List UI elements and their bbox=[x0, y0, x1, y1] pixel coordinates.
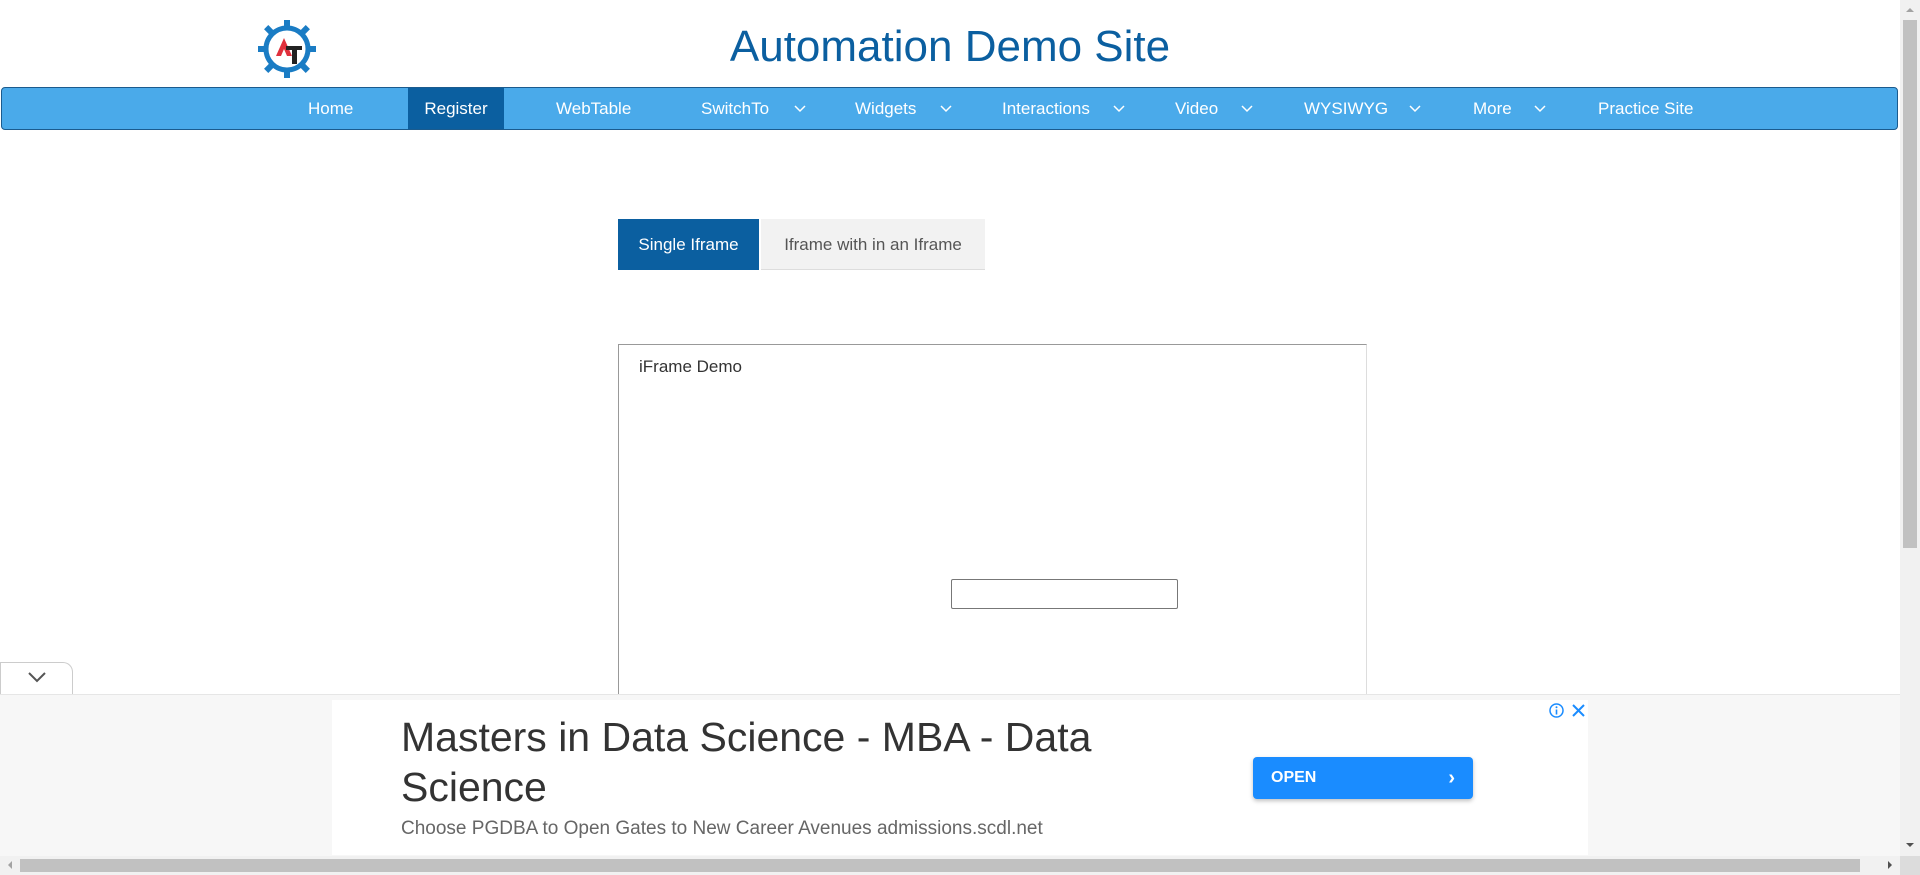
nav-item-video[interactable]: Video bbox=[1175, 88, 1253, 129]
nav-item-more[interactable]: More bbox=[1473, 88, 1546, 129]
ad-open-label: OPEN bbox=[1271, 769, 1317, 786]
nav-item-practice-site[interactable]: Practice Site bbox=[1598, 88, 1693, 129]
vertical-scrollbar[interactable] bbox=[1900, 0, 1920, 856]
iframe-text-input[interactable] bbox=[951, 579, 1178, 609]
chevron-down-icon bbox=[1241, 88, 1253, 129]
scroll-up-arrow-icon[interactable] bbox=[1905, 5, 1915, 15]
nav-item-label: Video bbox=[1175, 99, 1219, 118]
nav-item-webtable[interactable]: WebTable bbox=[556, 88, 631, 129]
chevron-down-icon bbox=[1409, 88, 1421, 129]
nav-item-home[interactable]: Home bbox=[308, 88, 353, 129]
nav-item-interactions[interactable]: Interactions bbox=[1002, 88, 1125, 129]
nav-item-widgets[interactable]: Widgets bbox=[855, 88, 952, 129]
main-navbar: Home Register WebTable SwitchTo Widgets … bbox=[1, 87, 1898, 130]
ad-title[interactable]: Masters in Data Science - MBA - Data Sci… bbox=[401, 712, 1121, 812]
chevron-down-icon bbox=[794, 88, 806, 129]
ad-description[interactable]: Choose PGDBA to Open Gates to New Career… bbox=[401, 818, 1043, 840]
tab-single-iframe[interactable]: Single Iframe bbox=[618, 219, 759, 270]
scrollbar-corner bbox=[1900, 856, 1920, 875]
iframe-heading: iFrame Demo bbox=[639, 357, 742, 376]
nav-item-label: SwitchTo bbox=[701, 99, 770, 118]
site-title: Automation Demo Site bbox=[729, 22, 1171, 71]
ad-collapse-toggle[interactable] bbox=[0, 662, 73, 694]
nav-item-label: WYSIWYG bbox=[1304, 99, 1389, 118]
chevron-down-icon bbox=[940, 88, 952, 129]
horizontal-scroll-thumb[interactable] bbox=[20, 859, 1860, 872]
nav-item-register[interactable]: Register bbox=[408, 88, 504, 129]
vertical-scroll-thumb[interactable] bbox=[1903, 20, 1917, 548]
close-icon[interactable] bbox=[1571, 703, 1586, 718]
nav-item-label: Interactions bbox=[1002, 99, 1090, 118]
info-icon[interactable] bbox=[1549, 703, 1564, 718]
nav-item-wysiwyg[interactable]: WYSIWYG bbox=[1304, 88, 1421, 129]
scroll-left-arrow-icon[interactable] bbox=[5, 860, 15, 870]
chevron-down-icon bbox=[1534, 88, 1546, 129]
iframe-container: iFrame Demo bbox=[618, 344, 1367, 704]
chevron-down-icon bbox=[27, 672, 46, 683]
horizontal-scrollbar[interactable] bbox=[0, 856, 1900, 875]
tab-iframe-within-iframe[interactable]: Iframe with in an Iframe bbox=[761, 219, 985, 270]
nav-item-label: Widgets bbox=[855, 99, 917, 118]
scroll-right-arrow-icon[interactable] bbox=[1885, 860, 1895, 870]
nav-item-switchto[interactable]: SwitchTo bbox=[701, 88, 806, 129]
ad-open-button[interactable]: OPEN › bbox=[1253, 757, 1473, 799]
scroll-down-arrow-icon[interactable] bbox=[1905, 840, 1915, 850]
chevron-right-icon: › bbox=[1448, 767, 1455, 789]
nav-item-label: More bbox=[1473, 99, 1512, 118]
chevron-down-icon bbox=[1113, 88, 1125, 129]
